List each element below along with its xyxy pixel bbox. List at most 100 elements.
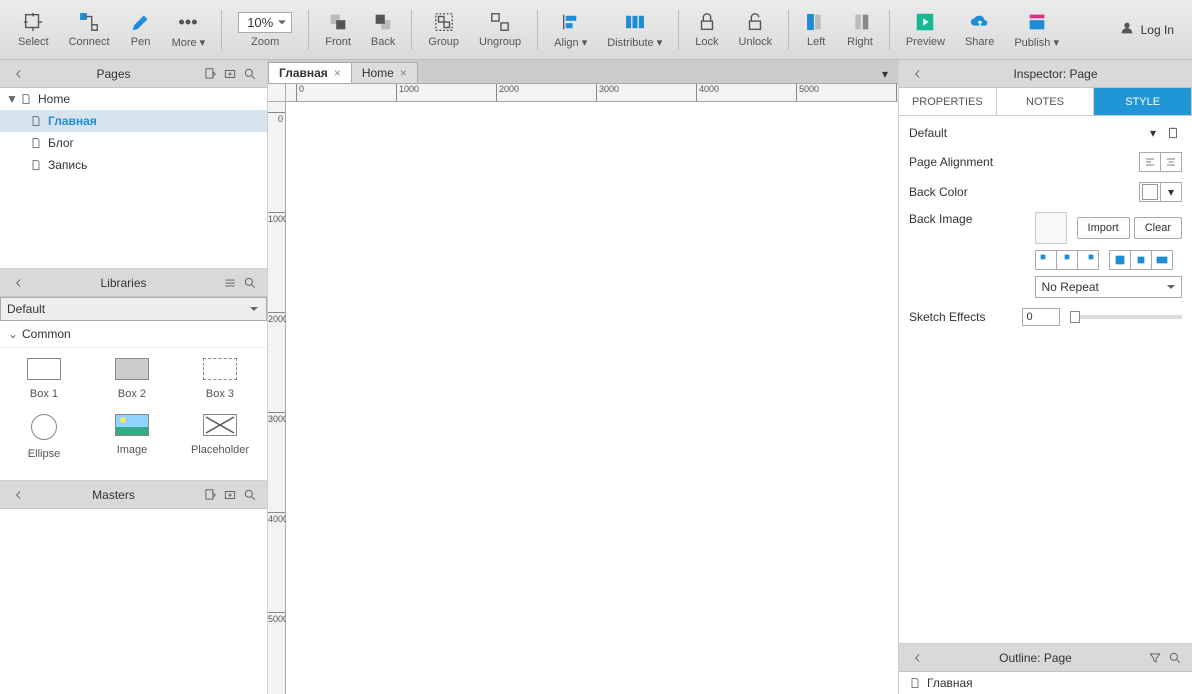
tab-menu-icon[interactable]: ▾ (876, 65, 894, 83)
back-color-swatch[interactable] (1139, 182, 1161, 202)
preview-tool[interactable]: Preview (898, 2, 953, 58)
canvas[interactable] (286, 102, 898, 694)
add-page-icon[interactable] (201, 486, 219, 504)
chevron-down-icon[interactable]: ▾ (1144, 124, 1162, 142)
select-label: Select (18, 36, 49, 48)
close-icon[interactable]: × (400, 66, 407, 80)
ungroup-tool[interactable]: Ungroup (471, 2, 529, 58)
unlock-label: Unlock (739, 36, 773, 48)
collapse-left-icon[interactable] (10, 274, 28, 292)
share-tool[interactable]: Share (957, 2, 1002, 58)
shape-box3[interactable]: Box 3 (176, 358, 264, 400)
connect-tool[interactable]: Connect (61, 2, 118, 58)
tree-root-label: Home (38, 92, 70, 106)
page-icon (28, 136, 44, 150)
pane-left-icon (805, 11, 827, 33)
outline-item-label: Главная (927, 676, 973, 690)
category-common[interactable]: ⌄ Common (0, 321, 267, 348)
page-alignment-label: Page Alignment (909, 155, 1139, 169)
search-icon[interactable] (241, 65, 259, 83)
unlock-tool[interactable]: Unlock (731, 2, 781, 58)
sep (537, 10, 538, 50)
back-color-dropdown[interactable]: ▾ (1160, 182, 1182, 202)
paste-style-icon[interactable] (1164, 124, 1182, 142)
bgsize-1[interactable] (1109, 250, 1131, 270)
add-page-icon[interactable] (201, 65, 219, 83)
align-tool[interactable]: Align ▾ (546, 2, 595, 58)
lock-tool[interactable]: Lock (687, 2, 726, 58)
tree-item-post[interactable]: Запись (0, 154, 267, 176)
publish-tool[interactable]: Publish ▾ (1006, 2, 1067, 58)
tab-style[interactable]: STYLE (1094, 88, 1192, 115)
collapse-left-icon[interactable] (10, 65, 28, 83)
share-label: Share (965, 36, 994, 48)
bgsize-2[interactable] (1130, 250, 1152, 270)
tree-root[interactable]: ▼ Home (0, 88, 267, 110)
align-center-btn[interactable] (1160, 152, 1182, 172)
more-tool[interactable]: More ▾ (164, 2, 214, 58)
cloud-icon (969, 11, 991, 33)
tab-home[interactable]: Home × (351, 62, 418, 83)
pane-left-tool[interactable]: Left (797, 2, 835, 58)
bgpos-3[interactable] (1077, 250, 1099, 270)
shape-ellipse[interactable]: Ellipse (0, 414, 88, 460)
login-label: Log In (1141, 23, 1174, 37)
publish-label: Publish ▾ (1014, 36, 1059, 49)
menu-icon[interactable] (221, 274, 239, 292)
tree-item-label: Запись (48, 158, 87, 172)
pen-tool[interactable]: Pen (122, 2, 160, 58)
ruler-corner (268, 84, 286, 102)
shape-placeholder[interactable]: Placeholder (176, 414, 264, 460)
collapse-left-icon[interactable] (909, 649, 927, 667)
sketch-label: Sketch Effects (909, 310, 1022, 324)
tab-properties[interactable]: PROPERTIES (899, 88, 997, 115)
page-tabs: Главная × Home × ▾ (268, 60, 898, 84)
outline-item[interactable]: Главная (899, 672, 1192, 694)
bgsize-3[interactable] (1151, 250, 1173, 270)
search-icon[interactable] (241, 274, 259, 292)
shape-box2[interactable]: Box 2 (88, 358, 176, 400)
collapse-left-icon[interactable] (909, 65, 927, 83)
import-button[interactable]: Import (1077, 217, 1130, 239)
zoom-select[interactable]: 10% (238, 12, 292, 33)
tree-item-main[interactable]: Главная (0, 110, 267, 132)
collapse-left-icon[interactable] (10, 486, 28, 504)
bgpos-2[interactable] (1056, 250, 1078, 270)
bgpos-1[interactable] (1035, 250, 1057, 270)
shape-box1[interactable]: Box 1 (0, 358, 88, 400)
tree-item-blog[interactable]: Блог (0, 132, 267, 154)
add-folder-icon[interactable] (221, 65, 239, 83)
tab-main[interactable]: Главная × (268, 62, 352, 83)
zoom-control[interactable]: 10% Zoom (230, 2, 300, 58)
align-label: Align ▾ (554, 36, 587, 49)
search-icon[interactable] (1166, 649, 1184, 667)
sketch-input[interactable] (1022, 308, 1060, 326)
close-icon[interactable]: × (334, 66, 341, 80)
login-button[interactable]: Log In (1111, 20, 1182, 39)
search-icon[interactable] (241, 486, 259, 504)
align-left-btn[interactable] (1139, 152, 1161, 172)
pane-right-tool[interactable]: Right (839, 2, 881, 58)
sketch-slider[interactable] (1070, 315, 1183, 319)
back-icon (372, 11, 394, 33)
group-tool[interactable]: Group (420, 2, 467, 58)
category-label: Common (22, 327, 71, 341)
sep (221, 10, 222, 50)
library-dropdown[interactable]: Default (0, 297, 267, 321)
user-icon (1119, 20, 1135, 39)
repeat-select[interactable]: No Repeat (1035, 276, 1182, 298)
page-icon (28, 158, 44, 172)
distribute-tool[interactable]: Distribute ▾ (599, 2, 670, 58)
lock-icon (696, 11, 718, 33)
add-folder-icon[interactable] (221, 486, 239, 504)
clear-button[interactable]: Clear (1134, 217, 1182, 239)
back-tool[interactable]: Back (363, 2, 403, 58)
lock-label: Lock (695, 36, 718, 48)
ruler-vertical: 0 1000 2000 3000 4000 5000 (268, 102, 286, 694)
shape-image[interactable]: Image (88, 414, 176, 460)
front-tool[interactable]: Front (317, 2, 359, 58)
select-tool[interactable]: Select (10, 2, 57, 58)
tab-notes[interactable]: NOTES (997, 88, 1095, 115)
pane-right-icon (849, 11, 871, 33)
filter-icon[interactable] (1146, 649, 1164, 667)
